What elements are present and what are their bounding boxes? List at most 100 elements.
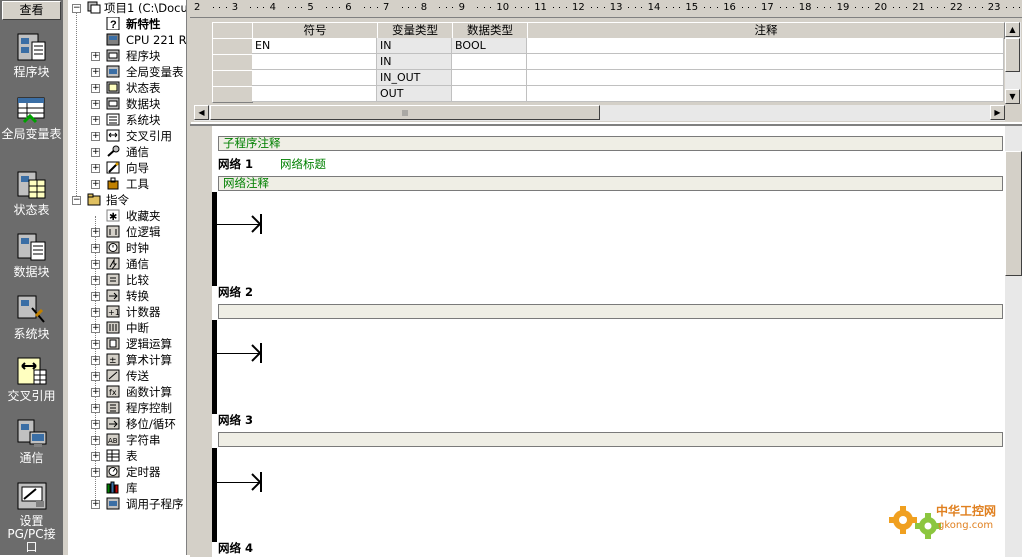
expand-icon[interactable]: + xyxy=(91,244,100,253)
ruler-tick xyxy=(414,7,416,8)
scroll-thumb[interactable] xyxy=(1005,38,1020,72)
scroll-thumb[interactable] xyxy=(1005,151,1022,276)
expand-icon[interactable]: + xyxy=(91,68,100,77)
row-header[interactable] xyxy=(212,70,253,87)
scroll-down-icon[interactable]: ▼ xyxy=(1005,89,1020,104)
expand-icon[interactable]: + xyxy=(91,436,100,445)
rung-end-arrow-icon[interactable] xyxy=(250,214,264,234)
expand-icon[interactable]: + xyxy=(91,340,100,349)
nav-item-status-table[interactable]: 状态表 xyxy=(0,170,63,217)
ruler-tick xyxy=(905,7,907,8)
nav-item-communication[interactable]: 通信 xyxy=(0,418,63,465)
cpu-icon xyxy=(106,33,120,46)
ruler-number: 13 xyxy=(609,2,623,13)
cell-symbol[interactable]: EN xyxy=(252,38,377,54)
nav-item-system-block[interactable]: 系统块 xyxy=(0,294,63,341)
ruler-number: 9 xyxy=(458,2,465,13)
row-header[interactable] xyxy=(212,54,253,71)
expand-icon[interactable]: + xyxy=(91,372,100,381)
scroll-thumb[interactable] xyxy=(210,105,600,120)
nav-item-label: 数据块 xyxy=(13,265,50,279)
column-header-var-type[interactable]: 变量类型 xyxy=(377,22,453,39)
cell-data-type[interactable] xyxy=(452,54,527,70)
expand-icon[interactable]: + xyxy=(91,308,100,317)
cell-symbol[interactable] xyxy=(252,54,377,70)
expand-icon[interactable]: + xyxy=(91,100,100,109)
cell-data-type[interactable]: BOOL xyxy=(452,38,527,54)
ruler-tick xyxy=(376,7,378,8)
nav-item-cross-reference[interactable]: 交叉引用 xyxy=(0,356,63,403)
move-icon xyxy=(106,369,120,382)
expand-icon[interactable]: + xyxy=(91,276,100,285)
watermark-url: gkong.com xyxy=(938,520,993,531)
network-subtitle[interactable]: 网络标题 xyxy=(280,156,326,172)
cell-symbol[interactable] xyxy=(252,70,377,86)
expand-icon[interactable]: + xyxy=(91,84,100,93)
network-title[interactable]: 网络 1 xyxy=(218,156,253,172)
wizard-icon xyxy=(106,161,120,174)
row-header[interactable] xyxy=(212,38,253,55)
cell-comment[interactable] xyxy=(527,38,1004,54)
timer-icon xyxy=(106,465,120,478)
ruler-tick xyxy=(439,7,441,8)
expand-icon[interactable]: + xyxy=(91,228,100,237)
nav-item-program-block[interactable]: 程序块 xyxy=(0,32,63,79)
ruler-tick xyxy=(855,7,857,8)
expand-icon[interactable]: + xyxy=(91,52,100,61)
expand-icon[interactable]: + xyxy=(91,500,100,509)
expand-icon[interactable]: + xyxy=(91,324,100,333)
ladder-editor[interactable]: 子程序注释 网络 1 网络标题 网络注释 网络 2 网络 3 网络 4 xyxy=(190,124,1022,557)
row-header[interactable] xyxy=(212,86,253,103)
ruler-number: 6 xyxy=(345,2,352,13)
ruler-number: 22 xyxy=(950,2,963,13)
scroll-up-icon[interactable]: ▲ xyxy=(1005,22,1020,37)
cell-comment[interactable] xyxy=(527,70,1004,86)
nav-header-view[interactable]: 查看 xyxy=(2,1,61,20)
column-header-comment[interactable]: 注释 xyxy=(527,22,1005,39)
subroutine-comment-bar[interactable]: 子程序注释 xyxy=(218,136,1003,151)
expand-icon[interactable]: + xyxy=(91,260,100,269)
scroll-left-icon[interactable]: ◀ xyxy=(194,105,209,120)
nav-item-symbol-table[interactable]: 全局变量表 xyxy=(0,96,63,141)
ruler-tick xyxy=(943,7,945,8)
nav-item-data-block[interactable]: 数据块 xyxy=(0,232,63,279)
expand-icon[interactable]: + xyxy=(91,420,100,429)
network-title[interactable]: 网络 2 xyxy=(218,284,253,300)
expand-icon[interactable]: + xyxy=(91,148,100,157)
expand-icon[interactable]: + xyxy=(91,164,100,173)
expand-icon[interactable]: + xyxy=(91,404,100,413)
expand-icon[interactable]: + xyxy=(91,292,100,301)
column-header-data-type[interactable]: 数据类型 xyxy=(452,22,528,39)
expand-icon[interactable]: + xyxy=(91,452,100,461)
power-rail xyxy=(212,192,217,286)
expand-icon[interactable]: + xyxy=(91,116,100,125)
expand-icon[interactable]: + xyxy=(91,132,100,141)
network-comment-bar[interactable] xyxy=(218,432,1003,447)
rung-end-arrow-icon[interactable] xyxy=(250,343,264,363)
cell-comment[interactable] xyxy=(527,86,1004,102)
scroll-right-icon[interactable]: ▶ xyxy=(990,105,1005,120)
table-horizontal-scrollbar[interactable]: ◀ ▶ xyxy=(194,105,1005,121)
network-title[interactable]: 网络 4 xyxy=(218,540,253,556)
collapse-icon[interactable]: − xyxy=(72,4,81,13)
logic-ops-icon xyxy=(106,337,120,350)
cell-comment[interactable] xyxy=(527,54,1004,70)
column-header-symbol[interactable]: 符号 xyxy=(252,22,378,39)
network-comment-bar[interactable]: 网络注释 xyxy=(218,176,1003,191)
expand-icon[interactable]: + xyxy=(91,180,100,189)
table-vertical-scrollbar[interactable]: ▲ ▼ xyxy=(1005,22,1021,104)
project-icon xyxy=(87,1,101,14)
svg-text:AB: AB xyxy=(108,437,118,445)
expand-icon[interactable]: + xyxy=(91,356,100,365)
network-title[interactable]: 网络 3 xyxy=(218,412,253,428)
collapse-icon[interactable]: − xyxy=(72,196,81,205)
cell-symbol[interactable] xyxy=(252,86,377,102)
svg-text:✱: ✱ xyxy=(109,212,117,222)
expand-icon[interactable]: + xyxy=(91,388,100,397)
nav-item-pgpc-interface[interactable]: 设置PG/PC接口 xyxy=(0,481,63,554)
cell-data-type[interactable] xyxy=(452,86,527,102)
rung-end-arrow-icon[interactable] xyxy=(250,472,264,492)
expand-icon[interactable]: + xyxy=(91,468,100,477)
network-comment-bar[interactable] xyxy=(218,304,1003,319)
cell-data-type[interactable] xyxy=(452,70,527,86)
